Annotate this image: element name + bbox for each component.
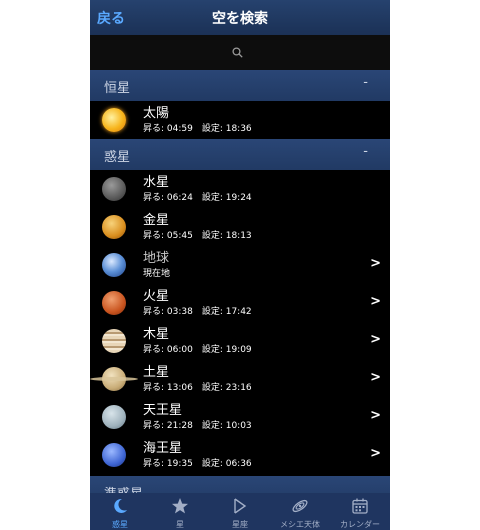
calendar-icon (352, 498, 368, 514)
chevron-right-icon: > (370, 332, 381, 347)
neptune-icon (102, 443, 126, 467)
tab-planets[interactable]: 惑星 (90, 493, 150, 530)
rise-set-times: 昇る: 19:35 設定: 06:36 (143, 459, 252, 469)
list-item-mercury[interactable]: 水星 昇る: 06:24 設定: 19:24 (90, 170, 390, 208)
tab-constellations[interactable]: 星座 (210, 493, 270, 530)
rise-set-times: 昇る: 06:24 設定: 19:24 (143, 193, 252, 203)
star-icon (172, 498, 188, 514)
phone-screen: 戻る 空を検索 恒星 - 太陽 昇る: 04:59 設定: 18:36 惑星 -… (90, 0, 390, 530)
object-name: 水星 (143, 175, 170, 190)
section-title: 惑星 (104, 150, 131, 165)
chevron-right-icon: > (370, 370, 381, 385)
search-icon (232, 47, 243, 58)
rise-set-times: 昇る: 04:59 設定: 18:36 (143, 124, 252, 134)
list-item-jupiter[interactable]: 木星 昇る: 06:00 設定: 19:09 > (90, 322, 390, 360)
chevron-right-icon: > (370, 294, 381, 309)
tab-label: 星座 (232, 520, 248, 529)
object-name: 地球 (143, 251, 170, 266)
mars-icon (102, 291, 126, 315)
venus-icon (102, 215, 126, 239)
tab-label: メシエ天体 (280, 520, 320, 529)
object-name: 海王星 (143, 441, 183, 456)
collapse-toggle[interactable]: - (363, 144, 368, 159)
object-name: 金星 (143, 213, 170, 228)
collapse-toggle[interactable]: - (363, 75, 368, 90)
sun-icon (102, 108, 126, 132)
object-name: 太陽 (143, 106, 170, 121)
saturn-rings (90, 377, 138, 381)
uranus-icon (102, 405, 126, 429)
rise-set-times: 昇る: 06:00 設定: 19:09 (143, 345, 252, 355)
mercury-icon (102, 177, 126, 201)
section-header-stars[interactable]: 恒星 - (90, 70, 390, 101)
rise-set-times: 昇る: 21:28 設定: 10:03 (143, 421, 252, 431)
list-item-mars[interactable]: 火星 昇る: 03:38 設定: 17:42 > (90, 284, 390, 322)
section-header-planets[interactable]: 惑星 - (90, 139, 390, 170)
tab-label: カレンダー (340, 520, 380, 529)
section-title: 恒星 (104, 81, 131, 96)
list-item-uranus[interactable]: 天王星 昇る: 21:28 設定: 10:03 > (90, 398, 390, 436)
earth-icon (102, 253, 126, 277)
search-field[interactable] (90, 35, 390, 70)
list-item-venus[interactable]: 金星 昇る: 05:45 設定: 18:13 (90, 208, 390, 246)
location-label: 現在地 (143, 269, 171, 279)
moon-icon (114, 498, 127, 513)
list-item-saturn[interactable]: 土星 昇る: 13:06 設定: 23:16 > (90, 360, 390, 398)
jupiter-icon (102, 329, 126, 353)
tab-messier[interactable]: メシエ天体 (270, 493, 330, 530)
navigation-bar: 戻る 空を検索 (90, 0, 390, 35)
tab-calendar[interactable]: カレンダー (330, 493, 390, 530)
chevron-right-icon: > (370, 256, 381, 271)
list-item-sun[interactable]: 太陽 昇る: 04:59 設定: 18:36 (90, 101, 390, 139)
object-name: 土星 (143, 365, 170, 380)
tab-bar: 惑星 星 星座 メシエ天体 カレンダー (90, 493, 390, 530)
rise-set-times: 昇る: 05:45 設定: 18:13 (143, 231, 252, 241)
list-item-earth[interactable]: 地球 現在地 > (90, 246, 390, 284)
rise-set-times: 昇る: 13:06 設定: 23:16 (143, 383, 252, 393)
galaxy-icon (292, 499, 308, 513)
object-name: 火星 (143, 289, 170, 304)
chevron-right-icon: > (370, 408, 381, 423)
tab-stars[interactable]: 星 (150, 493, 210, 530)
page-title: 空を検索 (212, 11, 268, 27)
rise-set-times: 昇る: 03:38 設定: 17:42 (143, 307, 252, 317)
tab-label: 惑星 (112, 520, 128, 529)
object-name: 天王星 (143, 403, 183, 418)
tab-label: 星 (176, 520, 184, 529)
list-item-neptune[interactable]: 海王星 昇る: 19:35 設定: 06:36 > (90, 436, 390, 474)
constellation-icon (234, 498, 247, 514)
chevron-right-icon: > (370, 446, 381, 461)
object-name: 木星 (143, 327, 170, 342)
